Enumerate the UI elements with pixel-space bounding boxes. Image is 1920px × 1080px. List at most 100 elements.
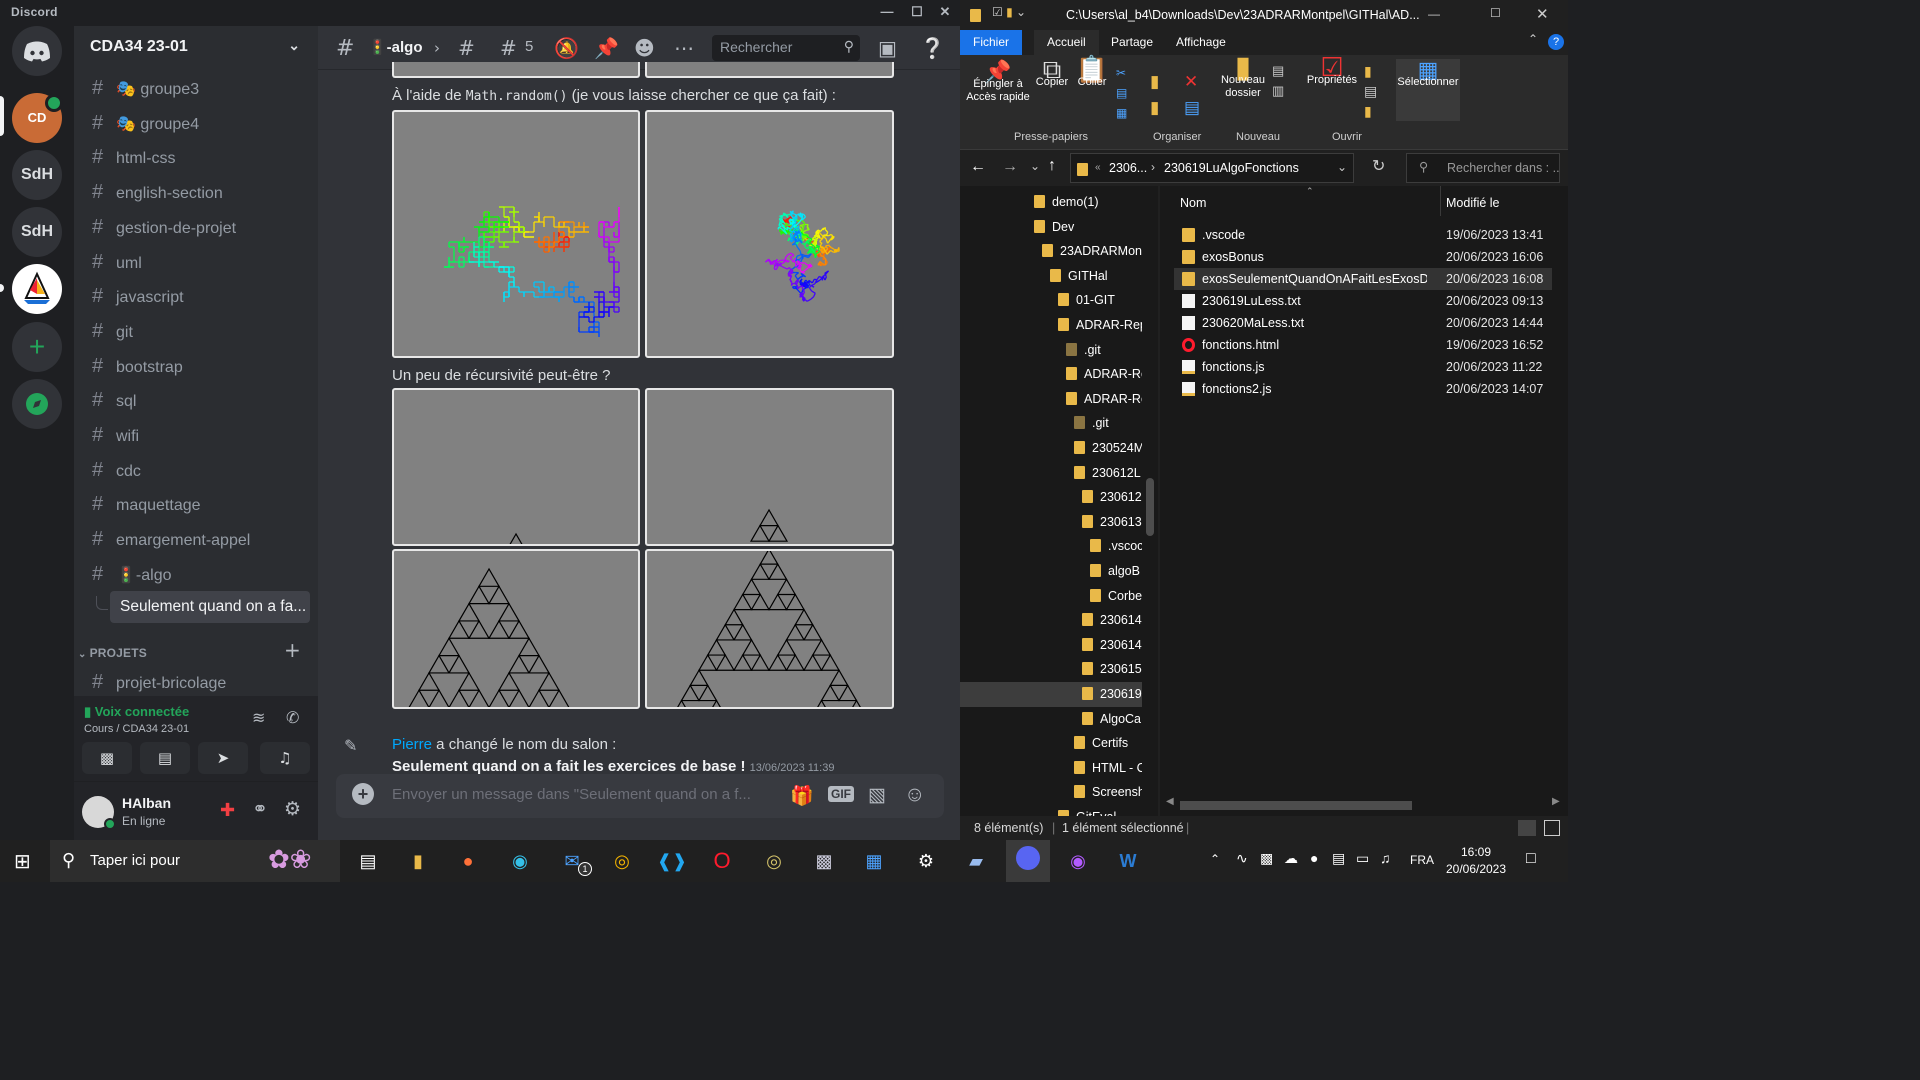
gift-icon[interactable]: 🎁 — [790, 784, 814, 808]
vscode-app-icon[interactable]: ❰❱ — [652, 846, 692, 876]
tree-item[interactable]: 230612 — [960, 485, 1142, 510]
minimize-button[interactable]: — — [872, 0, 902, 26]
details-view-icon[interactable] — [1518, 820, 1536, 836]
tab-fichier[interactable]: Fichier — [960, 30, 1023, 55]
image-attachment-prev-2[interactable] — [645, 62, 894, 78]
tree-item[interactable]: Corbe — [960, 584, 1142, 609]
channel-item[interactable]: # maquettage — [82, 488, 310, 520]
opera-app-icon[interactable]: O — [702, 846, 742, 876]
file-row[interactable]: fonctions.js 20/06/2023 11:22 — [1174, 356, 1552, 378]
username[interactable]: HAlban — [122, 795, 171, 811]
app-book-icon[interactable]: ▰ — [956, 846, 996, 876]
image-sierpinski-3[interactable] — [392, 549, 640, 709]
clock[interactable]: 16:09 20/06/2023 — [1444, 844, 1508, 878]
server-sailboat[interactable] — [12, 264, 62, 314]
close-button[interactable]: ✕ — [930, 0, 960, 26]
tree-item[interactable]: .vscoc — [960, 534, 1142, 559]
tree-item[interactable]: 230615 — [960, 657, 1142, 682]
file-row[interactable]: fonctions.html 19/06/2023 16:52 — [1174, 334, 1552, 356]
tree-item[interactable]: 230614 — [960, 608, 1142, 633]
scrollbar-thumb[interactable] — [1180, 801, 1412, 810]
thread-item[interactable]: Seulement quand on a fa... — [110, 591, 310, 623]
tree-item[interactable]: 230614 — [960, 633, 1142, 658]
chevron-down-icon[interactable]: ⌄ — [1337, 160, 1347, 174]
cut-copy-path-icons[interactable]: ✂ ▤ ▦ — [1116, 63, 1127, 123]
language-indicator[interactable]: FRA — [1410, 853, 1434, 867]
app-mask-icon[interactable]: ◉ — [1058, 846, 1098, 876]
inbox-icon[interactable]: ▣ — [878, 36, 897, 60]
cloud-icon[interactable]: ☁ — [1284, 850, 1298, 867]
chrome-app-icon[interactable]: ◎ — [602, 846, 642, 876]
channel-item[interactable]: # 🎭 groupe4 — [82, 107, 310, 139]
help-icon[interactable]: ❔ — [920, 36, 945, 60]
discord-taskbar-button[interactable] — [1006, 840, 1050, 882]
collapse-ribbon-icon[interactable]: ⌃ — [1528, 32, 1538, 46]
horizontal-scrollbar[interactable]: ◀ ▶ — [1164, 796, 1562, 812]
scroll-left-icon[interactable]: ◀ — [1166, 796, 1174, 807]
tree-item[interactable]: .git — [960, 338, 1142, 363]
tree-item[interactable]: HTML - C — [960, 756, 1142, 781]
channel-item[interactable]: # english-section — [82, 176, 310, 208]
tree-item[interactable]: 01-GIT — [960, 288, 1142, 313]
image-random-walk-1[interactable] — [392, 110, 640, 358]
settings-gear-icon[interactable]: ⚙ — [284, 798, 301, 820]
tree-item[interactable]: GITHal — [960, 264, 1142, 289]
system-user[interactable]: Pierre — [392, 736, 432, 753]
notifications-icon[interactable]: □ — [1526, 850, 1536, 868]
copy-button[interactable]: ⧉ Copier — [1032, 56, 1072, 89]
minimize-button[interactable]: — — [1428, 7, 1440, 21]
channel-item[interactable]: # html-css — [82, 141, 310, 173]
threads-icon[interactable]: # — [500, 36, 517, 60]
show-hidden-icons[interactable]: ⌃ — [1210, 852, 1220, 866]
tree-item[interactable]: AlgoCa — [960, 707, 1142, 732]
camera-button[interactable]: ▩ — [82, 742, 132, 774]
folder-search-input[interactable]: ⚲ Rechercher dans : ... — [1406, 153, 1560, 183]
tree-scrollbar[interactable] — [1142, 190, 1158, 816]
tree-item[interactable]: 23ADRARMont — [960, 239, 1142, 264]
tree-item[interactable]: demo(1) — [960, 190, 1142, 215]
path-breadcrumb[interactable]: « 2306... › 230619LuAlgoFonctions ⌄ — [1070, 153, 1354, 183]
tab-affichage[interactable]: Affichage — [1163, 30, 1239, 55]
up-icon[interactable]: ↑ — [1048, 157, 1056, 175]
properties-button[interactable]: ☑ Propriétés — [1304, 54, 1360, 87]
server-sdh-1[interactable]: SdH — [12, 150, 62, 200]
channel-item[interactable]: # javascript — [82, 280, 310, 312]
edge-app-icon[interactable]: ◉ — [500, 846, 540, 876]
taskbar-search[interactable]: ⚲ Taper ici pour ✿❀ — [50, 840, 340, 882]
refresh-icon[interactable]: ↻ — [1372, 156, 1385, 176]
scrollbar-thumb[interactable] — [1146, 478, 1154, 536]
forward-icon[interactable]: → — [1002, 158, 1018, 176]
tree-item[interactable]: 230619 — [960, 682, 1142, 707]
tree-item[interactable]: .git — [960, 411, 1142, 436]
tree-item[interactable]: ADRAR-Re — [960, 362, 1142, 387]
quick-access-icons[interactable]: ☑ ▮ ⌄ — [992, 5, 1026, 19]
microphone-icon[interactable]: ● — [1310, 850, 1318, 866]
column-header-modified[interactable]: Modifié le — [1446, 196, 1500, 210]
channel-item[interactable]: # sql — [82, 384, 310, 416]
photos-app-icon[interactable]: ▦ — [854, 846, 894, 876]
tree-item[interactable]: ADRAR-Re — [960, 387, 1142, 412]
soundboard-button[interactable]: ♫ — [260, 742, 310, 774]
file-row[interactable]: 230619LuLess.txt 20/06/2023 09:13 — [1174, 290, 1552, 312]
app-c-icon[interactable]: ◎ — [754, 846, 794, 876]
server-header[interactable]: CDA34 23-01 ⌄ — [74, 26, 318, 68]
file-row[interactable]: 230620MaLess.txt 20/06/2023 14:44 — [1174, 312, 1552, 334]
back-icon[interactable]: ← — [970, 158, 986, 176]
channel-item[interactable]: # bootstrap — [82, 350, 310, 382]
add-attachment-icon[interactable]: + — [352, 783, 374, 805]
pin-quick-access-button[interactable]: 📌 Épingler à Accès rapide — [966, 61, 1030, 104]
firefox-app-icon[interactable]: ● — [448, 846, 488, 876]
file-explorer-app-icon[interactable]: ▮ — [398, 846, 438, 876]
channel-item[interactable]: # git — [82, 315, 310, 347]
message-composer[interactable]: + Envoyer un message dans "Seulement qua… — [336, 774, 944, 818]
select-button[interactable]: ▦ Sélectionner — [1396, 59, 1460, 121]
help-icon[interactable]: ? — [1548, 34, 1564, 50]
maximize-button[interactable]: ☐ — [902, 0, 932, 26]
tab-accueil[interactable]: Accueil — [1034, 30, 1099, 55]
gif-button[interactable]: GIF — [828, 786, 854, 802]
image-attachment-prev-1[interactable] — [392, 62, 640, 78]
image-sierpinski-1[interactable] — [392, 388, 640, 546]
category-projets[interactable]: ⌄ PROJETS — [78, 646, 147, 660]
add-channel-button[interactable]: + — [284, 638, 301, 662]
channel-item[interactable]: # uml — [82, 246, 310, 278]
